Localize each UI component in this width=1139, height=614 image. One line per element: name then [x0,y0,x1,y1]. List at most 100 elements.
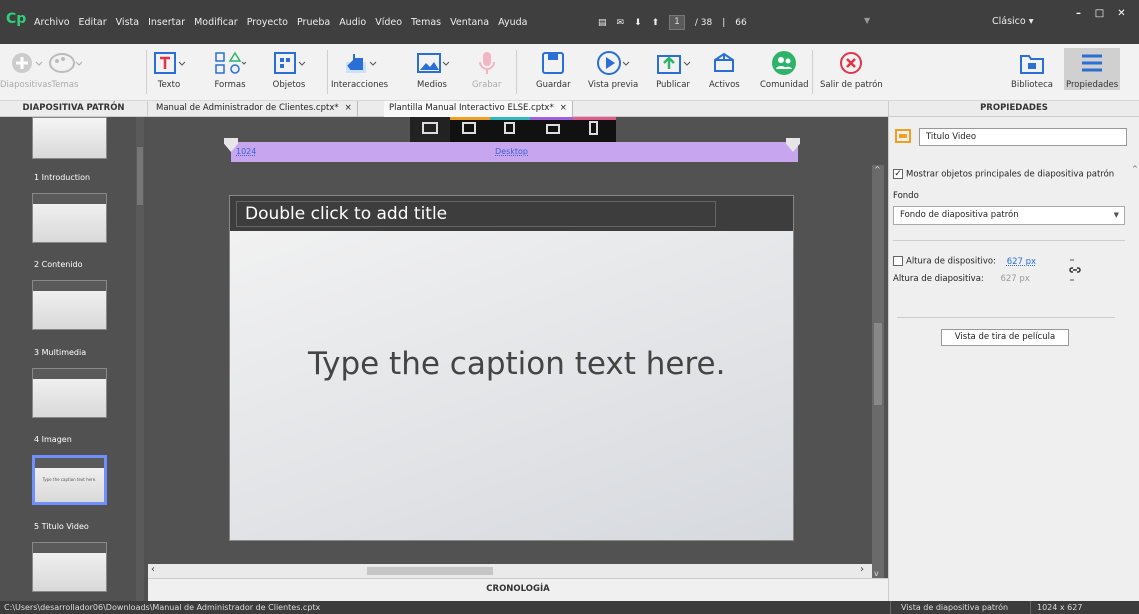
arrow-down-icon[interactable]: ⬇ [634,18,642,28]
caption-placeholder[interactable]: Type the caption text here. [308,346,726,382]
tab-label: Plantilla Manual Interactivo ELSE.cptx* [389,103,554,113]
community-icon [771,48,797,78]
menu-prueba[interactable]: Prueba [297,17,330,28]
minimize-button[interactable]: – [1069,6,1088,22]
slide-header-band: Double click to add title [230,196,793,231]
arrow-up-icon[interactable]: ⬆ [652,18,660,28]
box-icon [711,48,737,78]
hand-pointer-icon [343,48,377,78]
fondo-select[interactable]: Fondo de diapositiva patrón ▼ [893,206,1125,225]
phone-landscape-icon[interactable] [546,124,560,134]
tablet-portrait-icon[interactable] [504,122,515,134]
guardar-button[interactable]: Guardar [536,48,571,90]
scroll-left-icon[interactable]: ‹ [151,564,155,575]
phone-portrait-icon[interactable] [589,121,598,135]
thumbnail-header [33,194,106,204]
close-button[interactable]: ✕ [1112,6,1131,22]
app-logo: Cp [6,11,27,27]
scrollbar-thumb[interactable] [874,323,882,405]
link-icon[interactable] [1067,257,1083,283]
filmstrip-scrollbar[interactable] [136,117,144,601]
filmstrip-view-button[interactable]: Vista de tira de película [941,329,1069,346]
properties-panel: Titulo Video ✓ Mostrar objetos principale… [888,117,1139,601]
scroll-up-icon[interactable]: ^ [1132,165,1138,173]
comment-icon[interactable]: ▤ [598,18,607,28]
scroll-up-icon[interactable]: ^ [874,165,881,174]
scrollbar-thumb[interactable] [137,147,143,205]
menu-tools: ▤ ✉ ⬇ ⬆ 1 / 38 | 66 [598,15,747,30]
device-height-row[interactable]: Altura de dispositivo: 627 px [893,256,1036,267]
grabar-button[interactable]: Grabar [472,48,501,90]
salir-patron-button[interactable]: Salir de patrón [820,48,883,90]
menu-editar[interactable]: Editar [79,17,107,28]
slide-thumbnail-0[interactable] [32,117,107,159]
tab-manual-administrador[interactable]: Manual de Administrador de Clientes.cptx… [151,101,358,117]
file-path: C:\Users\desarrollador06\Downloads\Manua… [4,603,321,612]
canvas-vertical-scrollbar[interactable]: ^ v [872,165,884,583]
tablet-landscape-icon[interactable] [462,122,476,134]
tab-close-icon[interactable]: × [560,103,567,113]
close-circle-icon [838,48,864,78]
slide-thumbnail-6[interactable] [32,542,107,592]
scroll-down-icon[interactable]: v [874,569,879,578]
menu-temas[interactable]: Temas [411,17,441,28]
tab-plantilla-manual[interactable]: Plantilla Manual Interactivo ELSE.cptx* × [384,101,573,117]
menu-insertar[interactable]: Insertar [148,17,185,28]
medios-button[interactable]: Medios [415,48,449,90]
diapositivas-button[interactable]: Diapositivas [0,48,52,90]
formas-button[interactable]: Formas [213,48,247,90]
dropdown-icon[interactable]: ▼ [864,16,870,25]
checkbox-unchecked-icon[interactable] [893,256,903,266]
slide-thumbnail-2[interactable] [32,193,107,243]
comunidad-button[interactable]: Comunidad [760,48,809,90]
slide-thumbnail-5[interactable]: Type the caption text here. [32,455,107,505]
texto-button[interactable]: Texto [152,48,186,90]
add-slide-icon [9,48,43,78]
slide-thumbnail-3[interactable] [32,280,107,330]
shapes-icon [213,48,247,78]
publish-icon [655,48,691,78]
slide-number-input[interactable]: 1 [669,15,685,30]
menu-proyecto[interactable]: Proyecto [247,17,288,28]
temas-button[interactable]: Temas [48,48,82,90]
desktop-icon [422,122,438,134]
thumbnail-caption: Type the caption text here. [42,477,97,482]
slide-thumbnail-4[interactable] [32,368,107,418]
propiedades-button[interactable]: Propiedades [1064,48,1121,90]
objetos-button[interactable]: Objetos [272,48,306,90]
menu-video[interactable]: Vídeo [375,17,402,28]
menu-modificar[interactable]: Modificar [194,17,238,28]
maximize-button[interactable]: □ [1090,6,1109,22]
checkbox-checked-icon[interactable]: ✓ [893,169,903,179]
menu-archivo[interactable]: Archivo [34,17,70,28]
menu-vista[interactable]: Vista [116,17,139,28]
device-desktop[interactable] [410,117,450,142]
slide-label: 5 Titulo Video [34,522,89,531]
zoom-level[interactable]: 66 [735,18,746,28]
publicar-button[interactable]: Publicar [655,48,691,90]
breakpoint-ruler: 1024 Desktop [224,138,800,162]
vista-previa-button[interactable]: Vista previa [588,48,638,90]
menu-ayuda[interactable]: Ayuda [498,17,527,28]
device-height-value[interactable]: 627 px [1007,257,1036,267]
tab-close-icon[interactable]: × [345,103,352,113]
timeline-panel-toggle[interactable]: CRONOLOGÍA [148,578,888,601]
menu-ventana[interactable]: Ventana [450,17,489,28]
show-master-objects[interactable]: ✓ Mostrar objetos principales de diaposit… [893,169,1114,180]
scroll-right-icon[interactable]: › [860,564,864,575]
tab-label: Manual de Administrador de Clientes.cptx… [156,103,339,113]
mail-icon[interactable]: ✉ [617,18,625,28]
scrollbar-thumb[interactable] [367,567,493,575]
title-placeholder[interactable]: Double click to add title [236,201,716,227]
canvas-horizontal-scrollbar[interactable]: ‹ › [148,564,872,578]
workspace-switcher[interactable]: Clásico ▾ [992,16,1034,27]
device-marker [530,117,573,120]
activos-button[interactable]: Activos [709,48,740,90]
menu-audio[interactable]: Audio [339,17,366,28]
slide-name-input[interactable]: Titulo Video [919,128,1127,146]
microphone-icon [477,48,497,78]
interacciones-button[interactable]: Interacciones [331,48,388,90]
ruler-handle-right[interactable] [786,138,800,152]
biblioteca-button[interactable]: Biblioteca [1011,48,1053,90]
slide-label: 4 Imagen [34,435,72,444]
